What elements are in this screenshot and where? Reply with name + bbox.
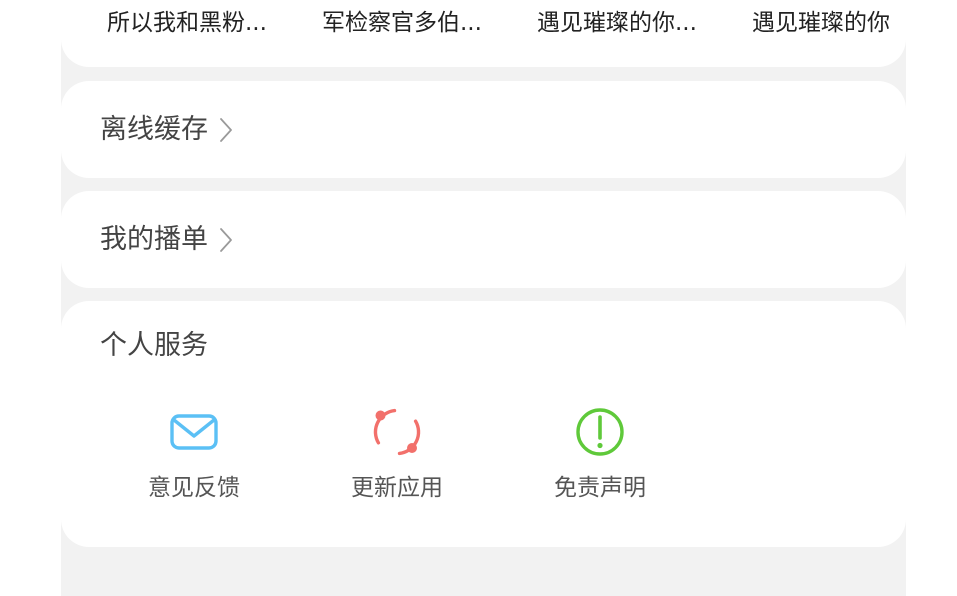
offline-cache-card: 离线缓存 [61, 81, 906, 178]
feedback-label: 意见反馈 [148, 475, 240, 501]
refresh-icon [373, 408, 421, 456]
history-item-label[interactable]: 所以我和黑粉... [107, 6, 267, 40]
feedback-button[interactable]: 意见反馈 [119, 407, 269, 507]
disclaimer-button[interactable]: 免责声明 [525, 407, 675, 507]
history-item-label[interactable]: 军检察官多伯... [322, 6, 482, 40]
chevron-right-icon [220, 118, 232, 142]
history-item-label[interactable]: 遇见璀璨的你... [537, 6, 697, 40]
offline-cache-link[interactable]: 离线缓存 [100, 110, 236, 150]
update-app-label: 更新应用 [351, 475, 443, 501]
disclaimer-label: 免责声明 [554, 475, 646, 501]
section-title: 个人服务 [100, 330, 208, 361]
history-item-label[interactable]: 遇见璀璨的你 [752, 6, 890, 40]
chevron-right-icon [220, 228, 232, 252]
watch-history-list[interactable]: 所以我和黑粉... 军检察官多伯... 遇见璀璨的你... 遇见璀璨的你 [61, 6, 906, 40]
personal-services-card: 个人服务 意见反馈 更新应用 免责声明 [61, 301, 906, 547]
mail-icon [170, 414, 218, 450]
my-playlist-link[interactable]: 我的播单 [100, 220, 236, 260]
my-playlist-card: 我的播单 [61, 191, 906, 288]
my-playlist-label: 我的播单 [100, 224, 208, 255]
exclamation-icon [576, 408, 624, 456]
offline-cache-label: 离线缓存 [100, 114, 208, 145]
watch-history-card: 所以我和黑粉... 军检察官多伯... 遇见璀璨的你... 遇见璀璨的你 [61, 0, 906, 67]
update-app-button[interactable]: 更新应用 [322, 407, 472, 507]
